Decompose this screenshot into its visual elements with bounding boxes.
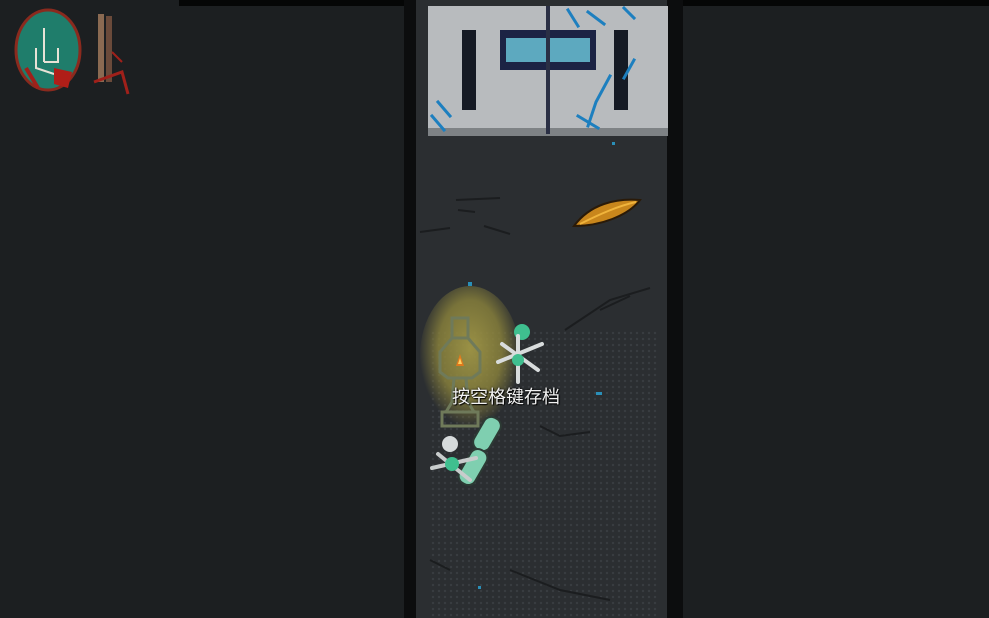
save-prompt-text: 按空格键存档 <box>452 387 560 408</box>
teal-skeleton-icon <box>496 324 544 384</box>
bloody-stick-icon <box>93 14 130 95</box>
teal-skeleton-remains <box>430 415 502 487</box>
golden-leaf-icon[interactable] <box>570 196 644 230</box>
hand-sign-portrait-icon <box>14 8 82 92</box>
wall-blood-splatter <box>429 6 637 133</box>
